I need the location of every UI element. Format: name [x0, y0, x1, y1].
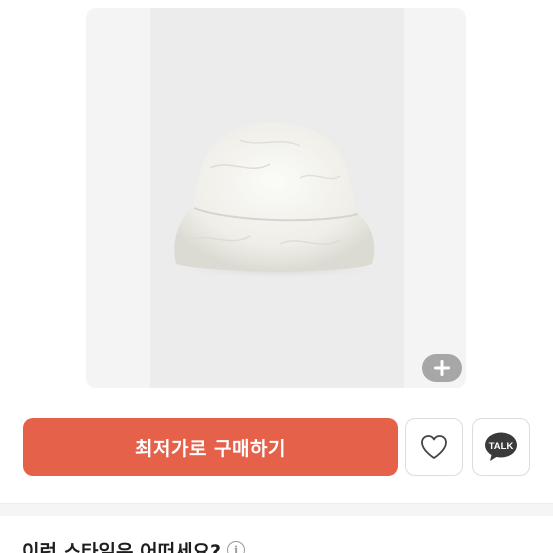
product-image	[150, 8, 404, 388]
product-image-card[interactable]	[86, 8, 466, 388]
kakao-talk-icon: TALK	[485, 432, 517, 461]
heart-icon	[421, 435, 447, 459]
buy-lowest-price-button[interactable]: 최저가로 구매하기	[23, 418, 398, 476]
plus-icon	[434, 360, 450, 376]
recommendation-section-header: 이런 스타일은 어떠세요? i	[22, 538, 246, 553]
wishlist-button[interactable]	[405, 418, 463, 476]
zoom-button[interactable]	[422, 354, 462, 382]
section-title: 이런 스타일은 어떠세요?	[22, 540, 222, 553]
bucket-hat-image	[170, 122, 390, 279]
info-icon[interactable]: i	[227, 541, 246, 553]
section-divider-band	[0, 504, 553, 516]
kakao-talk-label: TALK	[489, 441, 514, 452]
kakao-share-button[interactable]: TALK	[472, 418, 530, 476]
